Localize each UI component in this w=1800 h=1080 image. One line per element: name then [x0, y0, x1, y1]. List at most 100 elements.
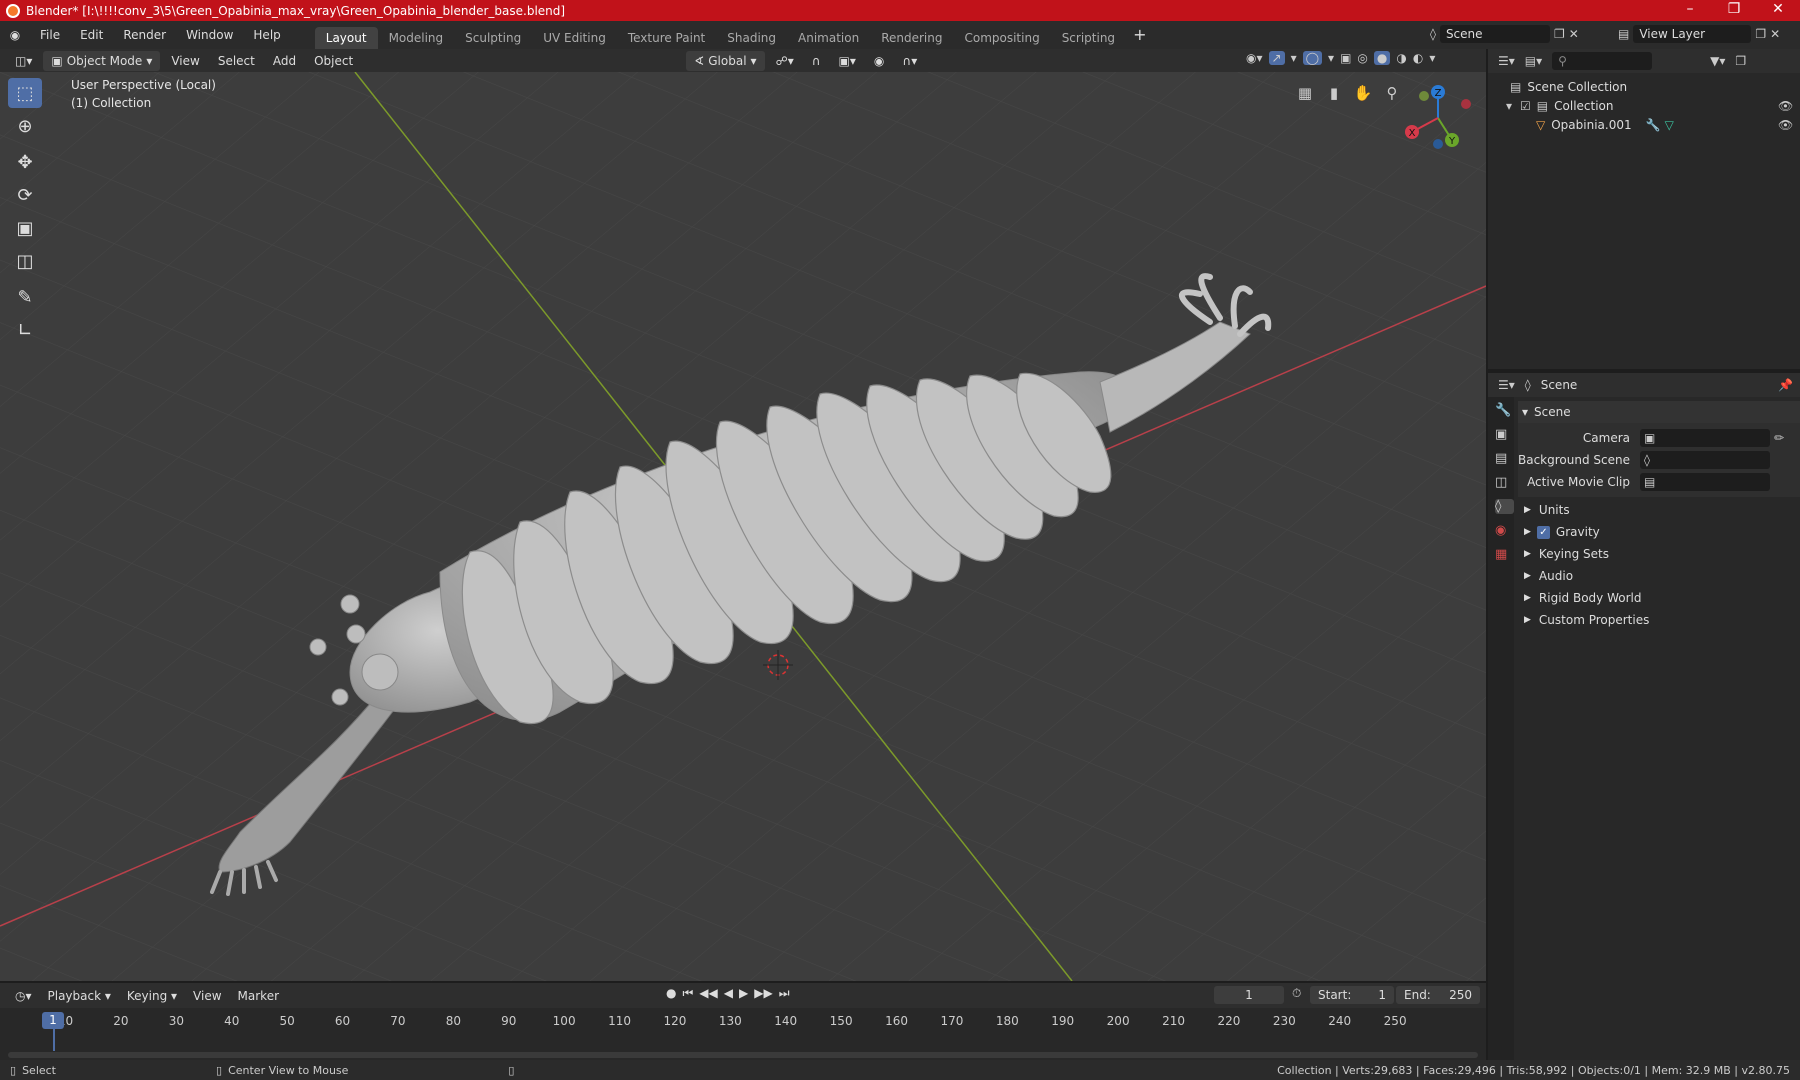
menu-playback[interactable]: Playback ▾: [41, 986, 118, 1006]
grid-view-icon[interactable]: ▦: [1292, 80, 1318, 106]
units-section[interactable]: ▶ Units: [1518, 499, 1800, 521]
eye-icon[interactable]: 👁: [1778, 99, 1793, 113]
tab-rendering[interactable]: Rendering: [870, 27, 953, 49]
gizmo-dropdown-icon[interactable]: ▾: [1291, 51, 1297, 65]
pan-hand-icon[interactable]: ✋: [1350, 80, 1376, 106]
transform-tool-icon[interactable]: ◫: [8, 246, 42, 276]
scene-tab-icon[interactable]: ◊: [1495, 499, 1514, 514]
keying-sets-section[interactable]: ▶ Keying Sets: [1518, 543, 1800, 565]
solid-shading-icon[interactable]: ●: [1373, 51, 1391, 65]
jump-start-icon[interactable]: ⏮: [682, 986, 693, 1001]
outliner-search-input[interactable]: ⚲: [1552, 52, 1653, 70]
wrench-icon[interactable]: 🔧: [1646, 118, 1661, 132]
jump-end-icon[interactable]: ⏭: [779, 986, 790, 1001]
menu-object[interactable]: Object: [307, 51, 360, 71]
blender-menu-icon[interactable]: ◉: [0, 28, 30, 42]
menu-window[interactable]: Window: [176, 21, 243, 49]
overlays-icon[interactable]: ◯: [1302, 51, 1323, 65]
scene-panel-header[interactable]: ▾ Scene: [1518, 401, 1800, 423]
maximize-icon[interactable]: ❐: [1712, 0, 1756, 21]
menu-view[interactable]: View: [164, 51, 206, 71]
tab-sculpting[interactable]: Sculpting: [454, 27, 532, 49]
active-clip-field[interactable]: ▤: [1640, 473, 1770, 491]
menu-edit[interactable]: Edit: [70, 21, 113, 49]
new-scene-icon[interactable]: ❐: [1554, 27, 1565, 41]
3d-viewport[interactable]: User Perspective (Local) (1) Collection …: [0, 72, 1486, 981]
play-icon[interactable]: ▶: [739, 986, 748, 1001]
gizmo-toggle-icon[interactable]: ↗: [1268, 51, 1285, 65]
material-shading-icon[interactable]: ◑: [1396, 51, 1406, 65]
scene-selector[interactable]: Scene: [1439, 25, 1550, 43]
tree-item-opabinia[interactable]: ▽ Opabinia.001 🔧 ▽ 👁: [1510, 115, 1800, 134]
custom-properties-section[interactable]: ▶ Custom Properties: [1518, 609, 1800, 631]
proportional-editing-icon[interactable]: ◉: [867, 51, 891, 71]
audio-section[interactable]: ▶ Audio: [1518, 565, 1800, 587]
close-icon[interactable]: ✕: [1756, 0, 1800, 21]
scale-tool-icon[interactable]: ▣: [8, 213, 42, 243]
menu-keying[interactable]: Keying ▾: [120, 986, 184, 1006]
prev-keyframe-icon[interactable]: ◀◀: [699, 986, 717, 1001]
gravity-checkbox[interactable]: ✓: [1536, 525, 1550, 539]
timeline-scrollbar[interactable]: [8, 1052, 1478, 1058]
view-layer-tab-icon[interactable]: ◫: [1495, 475, 1514, 490]
cursor-tool-icon[interactable]: ⊕: [8, 111, 42, 141]
outliner-editor-type-icon[interactable]: ☰▾: [1498, 54, 1515, 68]
pin-icon[interactable]: 📌: [1778, 378, 1793, 392]
start-frame-field[interactable]: Start: 1: [1310, 986, 1394, 1004]
remove-scene-icon[interactable]: ✕: [1569, 27, 1579, 41]
navigation-gizmo[interactable]: Z Y X: [1396, 82, 1480, 156]
pivot-point-icon[interactable]: ☍▾: [769, 51, 801, 71]
tab-scripting[interactable]: Scripting: [1051, 27, 1126, 49]
eye-icon[interactable]: 👁: [1778, 118, 1793, 132]
output-tab-icon[interactable]: ▤: [1495, 451, 1514, 466]
tab-texture-paint[interactable]: Texture Paint: [617, 27, 716, 49]
tab-animation[interactable]: Animation: [787, 27, 870, 49]
tree-item-scene-collection[interactable]: ▤ Scene Collection: [1510, 77, 1800, 96]
xray-icon[interactable]: ▣: [1340, 51, 1351, 65]
rendered-shading-icon[interactable]: ◐: [1413, 51, 1423, 65]
new-collection-icon[interactable]: ❐: [1735, 54, 1746, 68]
snap-target-icon[interactable]: ▣▾: [832, 51, 863, 71]
menu-timeline-view[interactable]: View: [186, 986, 228, 1006]
move-tool-icon[interactable]: ✥: [8, 147, 42, 177]
new-view-layer-icon[interactable]: ❐: [1755, 27, 1766, 41]
collection-checkbox-icon[interactable]: ☑: [1520, 99, 1531, 113]
menu-add[interactable]: Add: [266, 51, 303, 71]
camera-view-icon[interactable]: ▮: [1321, 80, 1347, 106]
tab-layout[interactable]: Layout: [314, 27, 378, 49]
expand-arrow-icon[interactable]: ▾: [1506, 99, 1512, 113]
play-reverse-icon[interactable]: ◀: [724, 986, 733, 1001]
menu-help[interactable]: Help: [243, 21, 290, 49]
annotate-tool-icon[interactable]: ✎: [8, 282, 42, 312]
add-workspace-icon[interactable]: +: [1126, 25, 1153, 45]
gravity-section[interactable]: ▶ ✓ Gravity: [1518, 521, 1800, 543]
end-frame-field[interactable]: End: 250: [1396, 986, 1480, 1004]
tab-uv-editing[interactable]: UV Editing: [532, 27, 617, 49]
properties-editor-type-icon[interactable]: ☰▾: [1498, 378, 1515, 392]
select-box-icon[interactable]: ⬚: [8, 78, 42, 108]
transform-orientation-dropdown[interactable]: ∢ Global ▾: [686, 50, 765, 71]
snap-icon[interactable]: ∩: [805, 51, 828, 71]
display-mode-icon[interactable]: ▤▾: [1525, 54, 1542, 68]
remove-view-layer-icon[interactable]: ✕: [1770, 27, 1780, 41]
minimize-icon[interactable]: –: [1668, 0, 1712, 21]
editor-type-icon[interactable]: ◫▾: [8, 51, 39, 71]
eyedropper-icon[interactable]: ✏: [1774, 431, 1784, 445]
timeline-editor-type-icon[interactable]: ◷▾: [8, 986, 39, 1006]
world-tab-icon[interactable]: ◉: [1495, 523, 1514, 538]
background-scene-field[interactable]: ◊: [1640, 451, 1770, 469]
render-tab-icon[interactable]: ▣: [1495, 427, 1514, 442]
visibility-icon[interactable]: ◉▾: [1246, 51, 1263, 65]
next-keyframe-icon[interactable]: ▶▶: [754, 986, 772, 1001]
tree-item-collection[interactable]: ▾ ☑ ▤ Collection 👁: [1506, 96, 1800, 115]
wireframe-shading-icon[interactable]: ◎: [1357, 51, 1367, 65]
rigid-body-section[interactable]: ▶ Rigid Body World: [1518, 587, 1800, 609]
texture-tab-icon[interactable]: ▦: [1495, 547, 1514, 562]
measure-tool-icon[interactable]: ∟: [8, 315, 42, 345]
shading-dropdown-icon[interactable]: ▾: [1429, 51, 1435, 65]
menu-select[interactable]: Select: [211, 51, 262, 71]
overlays-dropdown-icon[interactable]: ▾: [1328, 51, 1334, 65]
menu-marker[interactable]: Marker: [231, 986, 286, 1006]
record-icon[interactable]: ●: [666, 986, 676, 1001]
stopwatch-icon[interactable]: ⏱: [1292, 986, 1301, 1001]
